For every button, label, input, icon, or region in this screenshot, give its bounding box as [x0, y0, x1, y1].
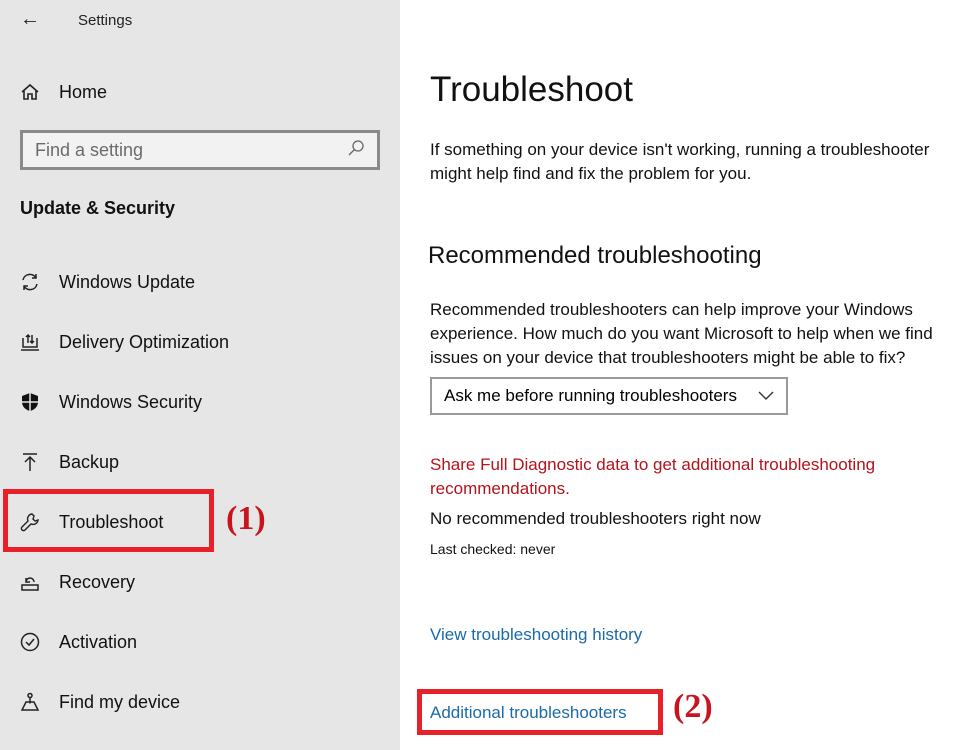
section-heading: Update & Security: [20, 198, 176, 218]
annotation-label-2: (2): [673, 688, 713, 725]
back-arrow-icon[interactable]: ←: [20, 8, 40, 31]
sidebar-item-delivery-optimization[interactable]: Delivery Optimization: [0, 320, 400, 364]
sidebar-item-label: Windows Update: [59, 271, 196, 292]
recommended-heading: Recommended troubleshooting: [428, 242, 762, 269]
diagnostic-data-link[interactable]: Share Full Diagnostic data to get additi…: [430, 453, 930, 501]
sidebar-item-label: Find my device: [59, 691, 181, 712]
recommended-text: Recommended troubleshooters can help imp…: [430, 300, 933, 367]
sidebar: ← Settings Home Update & Security Window…: [0, 0, 400, 750]
sync-icon: [19, 271, 41, 293]
home-icon: [19, 81, 41, 103]
check-circle-icon: [19, 631, 41, 653]
sidebar-item-backup[interactable]: Backup: [0, 440, 400, 484]
annotation-box-2: [417, 689, 663, 735]
find-device-icon: [19, 691, 41, 713]
view-history-link[interactable]: View troubleshooting history: [430, 625, 642, 645]
delivery-icon: [19, 331, 41, 353]
sidebar-item-label: Delivery Optimization: [59, 331, 230, 352]
sidebar-item-label: Home: [59, 81, 108, 102]
sidebar-item-find-my-device[interactable]: Find my device: [0, 680, 400, 724]
chevron-down-icon: [758, 386, 774, 406]
sidebar-item-label: Backup: [59, 451, 120, 472]
sidebar-item-recovery[interactable]: Recovery: [0, 560, 400, 604]
sidebar-item-home[interactable]: Home: [0, 70, 400, 114]
annotation-box-1: [3, 489, 214, 552]
annotation-label-1: (1): [226, 500, 266, 537]
page-title: Troubleshoot: [430, 70, 633, 109]
intro-text: If something on your device isn't workin…: [430, 140, 930, 183]
shield-icon: [19, 391, 41, 413]
dropdown-value: Ask me before running troubleshooters: [444, 386, 737, 405]
sidebar-item-label: Activation: [59, 631, 138, 652]
upload-icon: [19, 451, 41, 473]
search-input[interactable]: [35, 139, 347, 161]
sidebar-item-label: Windows Security: [59, 391, 203, 412]
sidebar-item-label: Recovery: [59, 571, 136, 592]
troubleshoot-preference-dropdown[interactable]: Ask me before running troubleshooters: [430, 377, 788, 415]
search-icon[interactable]: [347, 139, 365, 162]
sidebar-item-activation[interactable]: Activation: [0, 620, 400, 664]
search-box[interactable]: [20, 130, 380, 170]
recovery-icon: [19, 571, 41, 593]
no-troubleshooters-text: No recommended troubleshooters right now: [430, 509, 761, 528]
last-checked-text: Last checked: never: [430, 541, 556, 557]
sidebar-item-windows-update[interactable]: Windows Update: [0, 260, 400, 304]
sidebar-item-windows-security[interactable]: Windows Security: [0, 380, 400, 424]
app-title: Settings: [78, 12, 133, 29]
